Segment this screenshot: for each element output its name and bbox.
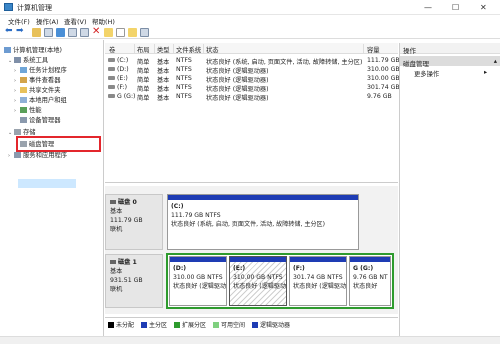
col-layout[interactable]: 布局 <box>137 45 150 54</box>
back-icon[interactable]: ⬅ <box>5 26 14 36</box>
open-icon[interactable] <box>104 28 113 37</box>
col-capacity[interactable]: 容量 <box>367 45 380 54</box>
col-type[interactable]: 类型 <box>157 45 170 54</box>
table-row[interactable]: (E:) 简单 基本 NTFS 状态良好 (逻辑驱动器) 310.00 GB <box>105 74 400 84</box>
performance-icon <box>20 107 27 113</box>
legend-primary: 主分区 <box>141 320 167 329</box>
col-status[interactable]: 状态 <box>206 45 219 54</box>
console-tree: 计算机管理(本地) ⌄ 系统工具 › 任务计划程序 › 事件查看器 › 共享文件夹 › 本… <box>0 40 104 336</box>
document-icon[interactable] <box>116 28 125 37</box>
computer-management-icon <box>4 3 13 11</box>
drive-icon <box>108 94 115 98</box>
disk-legend: 未分配 主分区 扩展分区 可用空间 逻辑驱动器 <box>105 317 398 329</box>
tree-system-tools[interactable]: ⌄ 系统工具 <box>8 55 48 64</box>
event-icon <box>20 77 27 83</box>
disk-map: 磁盘 0 基本 111.79 GB 联机 (C:) 111.79 GB NTFS… <box>105 186 398 314</box>
table-row[interactable]: (F:) 简单 基本 NTFS 状态良好 (逻辑驱动器) 301.74 GB <box>105 83 400 93</box>
table-header: 卷 布局 类型 文件系统 状态 容量 <box>105 43 398 54</box>
drive-icon <box>108 76 115 80</box>
delete-icon[interactable]: ✕ <box>92 26 101 37</box>
status-bar <box>0 336 500 344</box>
partition-f[interactable]: (F:) 301.74 GB NTFS 状态良好 (逻辑驱动 <box>289 256 347 306</box>
forward-icon[interactable]: ➡ <box>16 26 25 36</box>
search-icon[interactable] <box>128 28 137 37</box>
table-row[interactable]: G (G:) 简单 基本 NTFS 状态良好 (逻辑驱动器) 9.76 GB <box>105 92 398 102</box>
more-actions-link[interactable]: 更多操作 ▸ <box>414 69 487 78</box>
partition-g[interactable]: G (G:) 9.76 GB NT 状态良好 <box>349 256 391 306</box>
annotation-box <box>16 136 101 152</box>
drive-icon <box>108 67 115 71</box>
partition-d[interactable]: (D:) 310.00 GB NTFS 状态良好 (逻辑驱动 <box>169 256 227 306</box>
menu-view[interactable]: 查看(V) <box>64 16 87 26</box>
tree-device-manager[interactable]: 设备管理器 <box>20 115 60 124</box>
actions-section-disk-management[interactable]: 磁盘管理 ▴ <box>400 56 500 68</box>
actions-header: 操作 <box>400 43 500 55</box>
legend-unallocated: 未分配 <box>108 320 134 329</box>
col-volume[interactable]: 卷 <box>109 45 115 54</box>
chevron-right-icon: ▸ <box>484 69 488 76</box>
partition-c[interactable]: (C:) 111.79 GB NTFS 状态良好 (系统, 启动, 页面文件, … <box>167 194 359 250</box>
disk-icon <box>110 200 116 204</box>
drive-icon <box>108 58 115 62</box>
disk-icon <box>110 260 116 264</box>
selection-highlight <box>18 179 76 188</box>
folder-icon <box>20 87 27 93</box>
legend-logical: 逻辑驱动器 <box>252 320 290 329</box>
menu-action[interactable]: 操作(A) <box>36 16 59 26</box>
services-icon <box>14 152 21 158</box>
properties-icon[interactable] <box>44 28 53 37</box>
title-bar: 计算机管理 — ☐ ✕ <box>0 0 500 15</box>
tree-event-viewer[interactable]: › 事件查看器 <box>14 75 60 84</box>
tree-performance[interactable]: › 性能 <box>14 105 42 114</box>
legend-free: 可用空间 <box>213 320 245 329</box>
device-icon <box>20 117 27 123</box>
users-icon <box>20 97 27 103</box>
table-row[interactable]: (D:) 简单 基本 NTFS 状态良好 (逻辑驱动器) 310.00 GB <box>105 65 400 75</box>
minimize-button[interactable]: — <box>424 3 432 12</box>
close-button[interactable]: ✕ <box>480 3 487 12</box>
chevron-up-icon[interactable]: ▴ <box>494 57 497 65</box>
table-row[interactable]: (C:) 简单 基本 NTFS 状态良好 (系统, 启动, 页面文件, 活动, … <box>105 56 400 66</box>
tree-root[interactable]: 计算机管理(本地) <box>4 45 62 54</box>
storage-icon <box>14 129 21 135</box>
col-filesystem[interactable]: 文件系统 <box>176 45 201 54</box>
menu-bar: 文件(F) 操作(A) 查看(V) 帮助(H) <box>0 15 500 26</box>
tools-icon <box>14 57 21 63</box>
partition-e[interactable]: (E:) 310.00 GB NTFS 状态良好 (逻辑驱动 <box>229 256 287 306</box>
window-title: 计算机管理 <box>17 4 52 12</box>
disk-1-label[interactable]: 磁盘 1 基本 931.51 GB 联机 <box>105 254 163 308</box>
disk-0-label[interactable]: 磁盘 0 基本 111.79 GB 联机 <box>105 194 163 250</box>
legend-extended: 扩展分区 <box>174 320 206 329</box>
console-tree-icon[interactable] <box>68 28 77 37</box>
folder-icon[interactable] <box>32 28 41 37</box>
actions-pane: 操作 磁盘管理 ▴ 更多操作 ▸ <box>399 43 500 336</box>
help-icon[interactable] <box>56 28 65 37</box>
menu-file[interactable]: 文件(F) <box>8 16 30 26</box>
clock-icon <box>20 67 27 73</box>
tree-local-users[interactable]: › 本地用户和组 <box>14 95 67 104</box>
tree-task-scheduler[interactable]: › 任务计划程序 <box>14 65 67 74</box>
menu-help[interactable]: 帮助(H) <box>92 16 115 26</box>
computer-icon <box>4 47 11 53</box>
tree-storage[interactable]: ⌄ 存储 <box>8 127 36 136</box>
list-view-icon[interactable] <box>80 28 89 37</box>
tree-shared-folders[interactable]: › 共享文件夹 <box>14 85 60 94</box>
maximize-button[interactable]: ☐ <box>452 3 459 12</box>
volume-list: 卷 布局 类型 文件系统 状态 容量 (C:) 简单 基本 NTFS 状态良好 … <box>105 43 400 183</box>
toolbar: ⬅ ➡ ✕ <box>0 26 500 39</box>
drive-icon <box>108 85 115 89</box>
export-icon[interactable] <box>140 28 149 37</box>
